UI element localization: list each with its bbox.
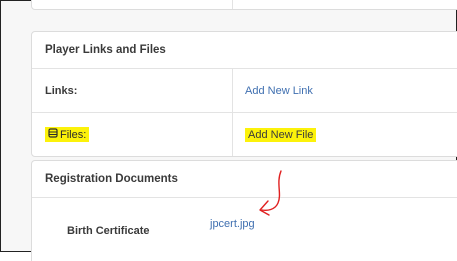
previous-card-bottom	[31, 0, 457, 10]
column-divider	[232, 69, 233, 112]
birth-certificate-label: Birth Certificate	[67, 225, 150, 237]
card-title: Registration Documents	[32, 161, 457, 198]
links-label: Links:	[45, 84, 78, 97]
add-new-link-button[interactable]: Add New Link	[245, 85, 313, 97]
card-title: Player Links and Files	[32, 32, 457, 69]
screenshot-frame: Player Links and Files Links: Add New Li…	[0, 0, 457, 261]
file-stack-icon	[48, 128, 58, 138]
files-label-cell: Files:	[45, 113, 90, 156]
files-label-highlight: Files:	[45, 127, 90, 142]
player-links-files-card: Player Links and Files Links: Add New Li…	[31, 31, 457, 157]
files-row: Files: Add New File	[32, 113, 457, 156]
files-label: Files:	[60, 129, 87, 141]
column-divider	[232, 113, 233, 156]
birth-certificate-file-link[interactable]: jpcert.jpg	[210, 218, 255, 230]
add-new-file-button[interactable]: Add New File	[248, 129, 313, 141]
links-row: Links: Add New Link	[32, 69, 457, 113]
add-new-file-highlight: Add New File	[245, 127, 317, 142]
registration-documents-card: Registration Documents Birth Certificate…	[31, 160, 457, 261]
column-divider	[232, 0, 233, 9]
